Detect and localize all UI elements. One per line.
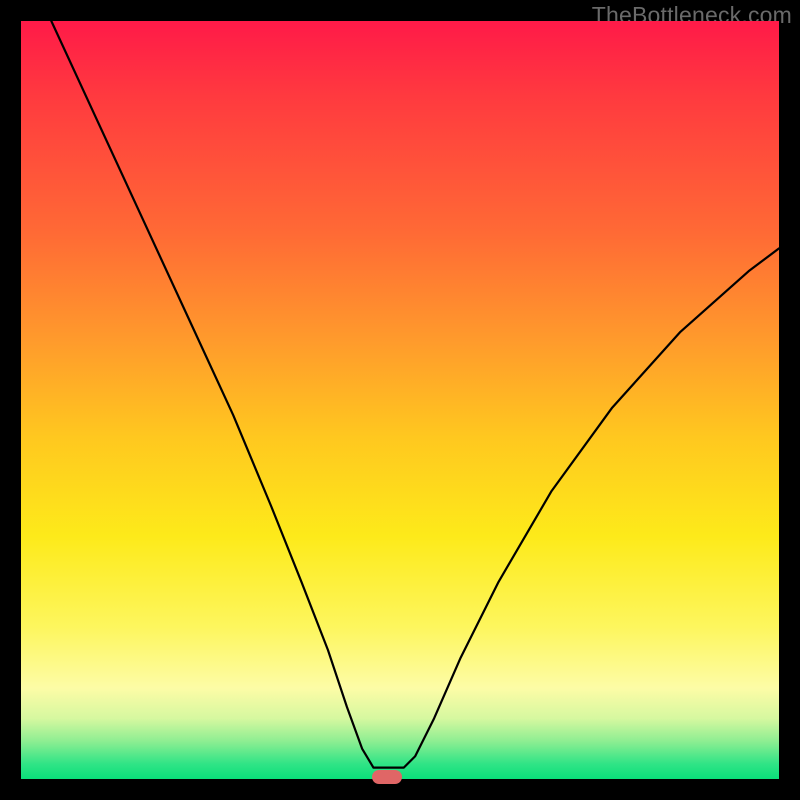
chart-container: TheBottleneck.com xyxy=(0,0,800,800)
optimum-marker xyxy=(372,770,402,784)
bottleneck-curve xyxy=(21,21,779,779)
plot-area xyxy=(21,21,779,779)
